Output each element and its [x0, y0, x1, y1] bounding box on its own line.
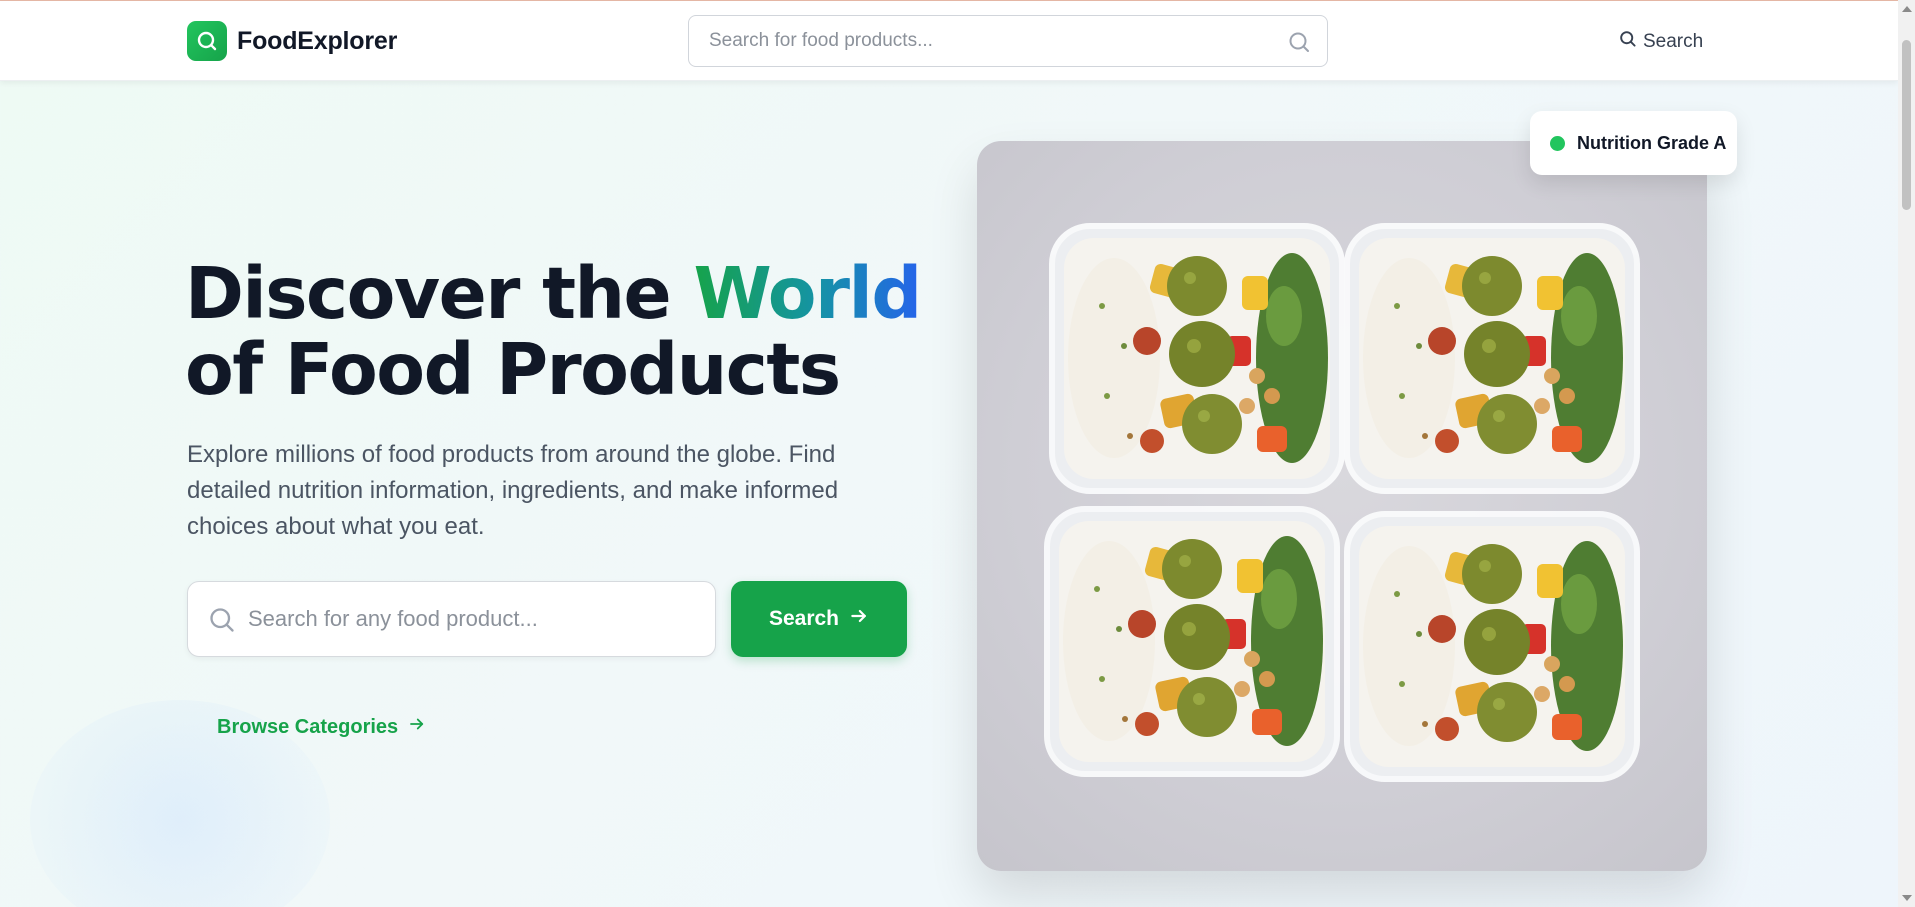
header-search-button-label: Search: [1643, 30, 1704, 52]
search-icon: [1618, 29, 1637, 54]
scrollbar-thumb[interactable]: [1902, 40, 1911, 210]
header-search-box: [688, 15, 1328, 67]
browse-categories-link[interactable]: Browse Categories: [217, 715, 426, 739]
hero-title-line2: of Food Products: [185, 328, 841, 411]
header-search-input[interactable]: [709, 16, 1269, 66]
nutrition-grade-badge: Nutrition Grade A: [1530, 111, 1737, 175]
hero-subtitle: Explore millions of food products from a…: [187, 441, 839, 540]
browse-categories-label: Browse Categories: [217, 715, 399, 738]
hero-title: Discover the World of Food Products: [185, 256, 945, 408]
arrow-right-icon: [849, 606, 869, 632]
hero-search-input[interactable]: [248, 582, 698, 656]
site-header: FoodExplorer Search: [0, 1, 1898, 81]
hero-search-button-label: Search: [768, 607, 840, 630]
header-search-button[interactable]: Search: [1618, 29, 1703, 54]
grade-status-dot: [1550, 135, 1565, 151]
hero-title-prefix: Discover the: [185, 252, 694, 335]
hero-food-image: [977, 141, 1707, 871]
hero-search-button[interactable]: Search: [731, 581, 907, 657]
nutrition-grade-label: Nutrition Grade A: [1577, 132, 1727, 153]
scroll-up-arrow-icon[interactable]: [1902, 6, 1912, 12]
hero-title-accent: World: [693, 252, 922, 335]
page-scrollbar[interactable]: [1898, 0, 1915, 907]
brand-logo[interactable]: FoodExplorer: [187, 21, 397, 61]
brand-name: FoodExplorer: [237, 26, 398, 55]
logo-search-icon: [187, 21, 227, 61]
search-icon[interactable]: [1287, 30, 1311, 59]
arrow-right-icon: [408, 715, 426, 739]
search-icon: [208, 606, 236, 639]
hero-search-box: [187, 581, 716, 657]
scroll-down-arrow-icon[interactable]: [1902, 895, 1912, 901]
